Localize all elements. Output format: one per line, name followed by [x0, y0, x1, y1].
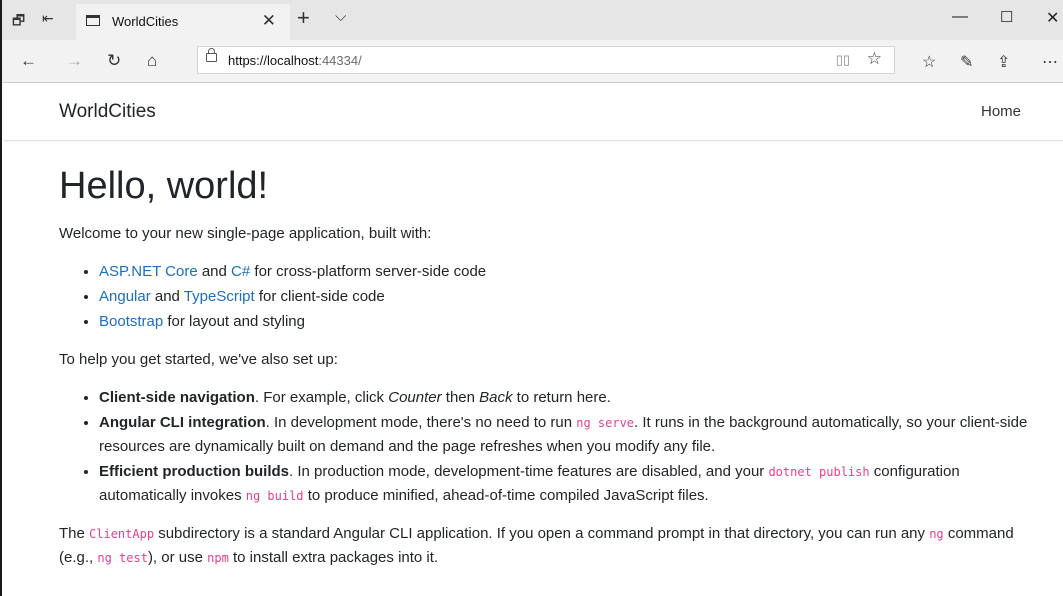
footer-text: The ClientApp subdirectory is a standard…	[59, 525, 1014, 566]
minimize-icon[interactable]: —	[952, 8, 968, 26]
list-item: Angular CLI integration. In development …	[99, 411, 1049, 459]
list-item: Angular and TypeScript for client-side c…	[99, 285, 1049, 309]
built-with-list: ASP.NET Core and C# for cross-platform s…	[59, 260, 1049, 334]
list-item: Efficient production builds. In producti…	[99, 460, 1049, 508]
bootstrap-link[interactable]: Bootstrap	[99, 313, 163, 330]
reading-view-icon[interactable]: ▯▯	[836, 52, 850, 68]
lock-icon	[206, 48, 217, 62]
nav-home-link[interactable]: Home	[981, 103, 1021, 120]
set-tabs-aside-icon[interactable]: 🗗	[12, 10, 25, 34]
refresh-icon[interactable]: ↻	[107, 51, 121, 71]
chevron-down-icon[interactable]: ⌵	[335, 8, 346, 25]
home-icon[interactable]: ⌂	[147, 51, 157, 71]
address-bar[interactable]: https://localhost:44334/ ▯▯ ☆	[197, 46, 895, 74]
main-content: Hello, world! Welcome to your new single…	[59, 160, 1049, 584]
tabs-aside-icon[interactable]: ⇤	[42, 10, 54, 27]
close-tab-icon[interactable]: ✕	[262, 11, 276, 31]
maximize-icon[interactable]: ☐	[1000, 8, 1013, 26]
list-item: Bootstrap for layout and styling	[99, 310, 1049, 334]
more-icon[interactable]: ⋯	[1042, 52, 1058, 72]
pen-icon[interactable]: ✎	[960, 52, 973, 72]
angular-link[interactable]: Angular	[99, 288, 151, 305]
aspnet-core-link[interactable]: ASP.NET Core	[99, 263, 198, 280]
tab-strip: 🗗 ⇤ WorldCities ✕ + ⌵ — ☐ ✕	[2, 0, 1063, 40]
list-item: ASP.NET Core and C# for cross-platform s…	[99, 260, 1049, 284]
intro-text: Welcome to your new single-page applicat…	[59, 225, 432, 242]
forward-arrow-icon[interactable]: →	[66, 51, 83, 71]
list-item: Client-side navigation. For example, cli…	[99, 386, 1049, 410]
features-list: Client-side navigation. For example, cli…	[59, 386, 1049, 508]
setup-intro-text: To help you get started, we've also set …	[59, 351, 338, 368]
favorites-icon[interactable]: ☆	[922, 52, 936, 72]
new-tab-icon[interactable]: +	[297, 5, 310, 31]
app-navbar: WorldCities Home	[4, 83, 1063, 141]
close-window-icon[interactable]: ✕	[1046, 8, 1059, 28]
page-icon	[86, 15, 100, 26]
page-title: Hello, world!	[59, 165, 269, 207]
browser-window: 🗗 ⇤ WorldCities ✕ + ⌵ — ☐ ✕ ← → ↻ ⌂ http…	[0, 0, 1063, 596]
typescript-link[interactable]: TypeScript	[184, 288, 255, 305]
back-arrow-icon[interactable]: ←	[20, 51, 37, 71]
tab-worldcities[interactable]: WorldCities ✕	[76, 4, 290, 40]
favorite-star-icon[interactable]: ☆	[867, 49, 882, 69]
address-toolbar: ← → ↻ ⌂ https://localhost:44334/ ▯▯ ☆ ☆ …	[2, 40, 1063, 83]
tab-title: WorldCities	[112, 14, 179, 29]
csharp-link[interactable]: C#	[231, 263, 250, 280]
app-brand[interactable]: WorldCities	[59, 101, 156, 123]
url-text[interactable]: https://localhost:44334/	[228, 53, 362, 68]
share-icon[interactable]: ⇪	[997, 52, 1010, 72]
